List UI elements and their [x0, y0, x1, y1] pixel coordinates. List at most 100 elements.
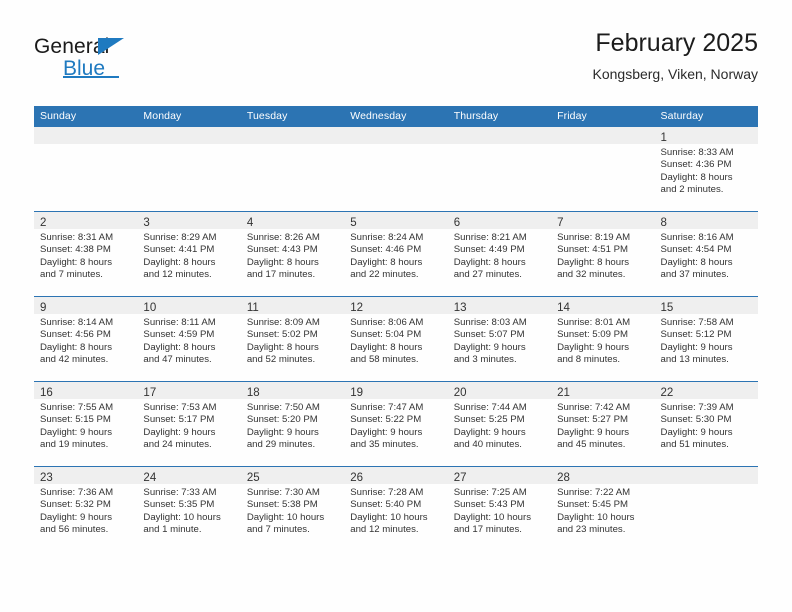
day-details: Sunrise: 7:58 AM Sunset: 5:12 PM Daylight:… [655, 314, 758, 366]
day-number: 12 [350, 302, 364, 314]
weekday-header-friday: Friday [551, 106, 655, 127]
calendar-day-cell[interactable]: 15 Sunrise: 7:58 AM Sunset: 5:12 PM Dayligh… [654, 297, 758, 381]
sunset-time: Sunset: 4:56 PM [40, 329, 111, 341]
calendar-day-cell[interactable]: 7 Sunrise: 8:19 AM Sunset: 4:51 PM Daylight… [551, 212, 655, 296]
daylight-duration-line2: and 58 minutes. [350, 353, 419, 365]
daylight-duration-line1: Daylight: 9 hours [557, 426, 630, 438]
day-number-band: 27 [447, 467, 552, 484]
day-number-band: 13 [447, 297, 552, 314]
calendar-day-cell[interactable]: 8 Sunrise: 8:16 AM Sunset: 4:54 PM Daylight… [654, 212, 758, 296]
sunset-time: Sunset: 5:07 PM [453, 329, 525, 341]
day-number-band: 2 [34, 212, 138, 229]
daylight-duration-line2: and 12 minutes. [350, 523, 419, 535]
weekday-header-monday: Monday [137, 106, 241, 127]
sunrise-time: Sunrise: 7:36 AM [40, 487, 114, 498]
day-number-band: 24 [137, 467, 241, 484]
daylight-duration-line1: Daylight: 10 hours [246, 511, 325, 523]
day-number: 9 [40, 302, 47, 314]
day-number-band: 1 [654, 127, 758, 144]
day-number-band [551, 127, 655, 144]
day-details: Sunrise: 8:19 AM Sunset: 4:51 PM Daylight:… [551, 229, 654, 281]
sunset-time: Sunset: 4:49 PM [453, 244, 525, 256]
daylight-duration-line1: Daylight: 8 hours [453, 256, 526, 268]
calendar-day-cell[interactable]: 14 Sunrise: 8:01 AM Sunset: 5:09 PM Dayligh… [551, 297, 655, 381]
sunrise-time: Sunrise: 8:09 AM [246, 317, 320, 328]
calendar-day-cell[interactable]: 3 Sunrise: 8:29 AM Sunset: 4:41 PM Daylight… [137, 212, 241, 296]
calendar-day-cell[interactable]: 9 Sunrise: 8:14 AM Sunset: 4:56 PM Daylight… [34, 297, 138, 381]
calendar-day-cell-empty [34, 127, 138, 211]
sunset-time: Sunset: 4:38 PM [40, 244, 111, 256]
sunrise-time: Sunrise: 7:53 AM [143, 402, 217, 413]
calendar-day-cell[interactable]: 23 Sunrise: 7:36 AM Sunset: 5:32 PM Dayligh… [34, 467, 138, 551]
day-number: 20 [453, 387, 467, 399]
calendar-day-cell[interactable]: 28 Sunrise: 7:22 AM Sunset: 5:45 PM Dayligh… [551, 467, 655, 551]
calendar-day-cell[interactable]: 18 Sunrise: 7:50 AM Sunset: 5:20 PM Dayligh… [240, 382, 345, 466]
calendar-table: Sunday Monday Tuesday Wednesday Thursday… [34, 106, 758, 551]
day-details: Sunrise: 7:39 AM Sunset: 5:30 PM Daylight:… [655, 399, 758, 451]
daylight-duration-line2: and 23 minutes. [557, 523, 626, 535]
calendar-day-cell[interactable]: 21 Sunrise: 7:42 AM Sunset: 5:27 PM Dayligh… [551, 382, 655, 466]
brand-logo[interactable]: General Blue [34, 36, 214, 86]
sunset-time: Sunset: 5:32 PM [40, 499, 111, 511]
daylight-duration-line1: Daylight: 9 hours [40, 426, 112, 438]
day-number: 3 [143, 217, 150, 229]
triangle-flag-icon [98, 38, 124, 55]
sunset-time: Sunset: 4:46 PM [350, 244, 422, 256]
calendar-day-cell[interactable]: 22 Sunrise: 7:39 AM Sunset: 5:30 PM Dayligh… [654, 382, 758, 466]
day-number-band: 25 [240, 467, 345, 484]
day-number: 1 [660, 132, 667, 144]
calendar-day-cell[interactable]: 13 Sunrise: 8:03 AM Sunset: 5:07 PM Dayligh… [447, 297, 552, 381]
day-details: Sunrise: 7:55 AM Sunset: 5:15 PM Daylight:… [34, 399, 137, 451]
day-number-band: 16 [34, 382, 138, 399]
day-number-band: 28 [551, 467, 655, 484]
day-details: Sunrise: 8:24 AM Sunset: 4:46 PM Daylight:… [344, 229, 447, 281]
day-number-band [240, 127, 345, 144]
daylight-duration-line2: and 47 minutes. [143, 353, 212, 365]
calendar-day-cell[interactable]: 2 Sunrise: 8:31 AM Sunset: 4:38 PM Daylight… [34, 212, 138, 296]
calendar-day-cell[interactable]: 1 Sunrise: 8:33 AM Sunset: 4:36 PM Daylight… [654, 127, 758, 211]
sunrise-time: Sunrise: 7:25 AM [453, 487, 527, 498]
day-number-band: 5 [344, 212, 448, 229]
sunrise-time: Sunrise: 8:24 AM [350, 232, 424, 243]
sunrise-time: Sunrise: 7:50 AM [246, 402, 320, 413]
day-details: Sunrise: 8:09 AM Sunset: 5:02 PM Daylight:… [241, 314, 344, 366]
calendar-day-cell[interactable]: 6 Sunrise: 8:21 AM Sunset: 4:49 PM Daylight… [447, 212, 552, 296]
calendar-day-cell[interactable]: 4 Sunrise: 8:26 AM Sunset: 4:43 PM Daylight… [240, 212, 345, 296]
calendar-day-cell[interactable]: 25 Sunrise: 7:30 AM Sunset: 5:38 PM Dayligh… [240, 467, 345, 551]
calendar-day-cell[interactable]: 19 Sunrise: 7:47 AM Sunset: 5:22 PM Dayligh… [344, 382, 448, 466]
calendar-day-cell[interactable]: 10 Sunrise: 8:11 AM Sunset: 4:59 PM Dayligh… [137, 297, 241, 381]
day-details: Sunrise: 8:06 AM Sunset: 5:04 PM Daylight:… [344, 314, 447, 366]
day-number: 10 [143, 302, 157, 314]
logo-underline [63, 76, 119, 78]
calendar-day-cell[interactable]: 5 Sunrise: 8:24 AM Sunset: 4:46 PM Daylight… [344, 212, 448, 296]
daylight-duration-line2: and 24 minutes. [143, 438, 212, 450]
day-number-band: 14 [551, 297, 655, 314]
calendar-day-cell[interactable]: 27 Sunrise: 7:25 AM Sunset: 5:43 PM Dayligh… [447, 467, 552, 551]
sunset-time: Sunset: 5:20 PM [246, 414, 318, 426]
daylight-duration-line2: and 42 minutes. [40, 353, 109, 365]
sunrise-time: Sunrise: 8:26 AM [246, 232, 320, 243]
daylight-duration-line2: and 56 minutes. [40, 523, 109, 535]
day-number-band: 26 [344, 467, 448, 484]
logo-text-general: General [34, 35, 110, 58]
daylight-duration-line2: and 12 minutes. [143, 268, 212, 280]
calendar-day-cell[interactable]: 26 Sunrise: 7:28 AM Sunset: 5:40 PM Dayligh… [344, 467, 448, 551]
calendar-day-cell[interactable]: 16 Sunrise: 7:55 AM Sunset: 5:15 PM Dayligh… [34, 382, 138, 466]
daylight-duration-line2: and 40 minutes. [453, 438, 522, 450]
calendar-day-cell[interactable]: 17 Sunrise: 7:53 AM Sunset: 5:17 PM Dayligh… [137, 382, 241, 466]
calendar-day-cell[interactable]: 12 Sunrise: 8:06 AM Sunset: 5:04 PM Dayligh… [344, 297, 448, 381]
day-number: 2 [40, 217, 47, 229]
daylight-duration-line1: Daylight: 10 hours [143, 511, 221, 523]
calendar-day-cell[interactable]: 24 Sunrise: 7:33 AM Sunset: 5:35 PM Dayligh… [137, 467, 241, 551]
daylight-duration-line1: Daylight: 10 hours [557, 511, 635, 523]
page-header: General Blue February 2025 Kongsberg, Vi… [34, 28, 758, 100]
calendar-day-cell[interactable]: 11 Sunrise: 8:09 AM Sunset: 5:02 PM Dayligh… [240, 297, 345, 381]
day-details: Sunrise: 7:50 AM Sunset: 5:20 PM Daylight:… [241, 399, 344, 451]
calendar-day-cell[interactable]: 20 Sunrise: 7:44 AM Sunset: 5:25 PM Dayligh… [447, 382, 552, 466]
sunset-time: Sunset: 4:59 PM [143, 329, 215, 341]
sunset-time: Sunset: 5:09 PM [557, 329, 629, 341]
daylight-duration-line2: and 37 minutes. [660, 268, 729, 280]
day-number-band: 19 [344, 382, 448, 399]
day-number-band: 22 [654, 382, 758, 399]
day-details: Sunrise: 8:33 AM Sunset: 4:36 PM Daylight:… [655, 144, 758, 196]
